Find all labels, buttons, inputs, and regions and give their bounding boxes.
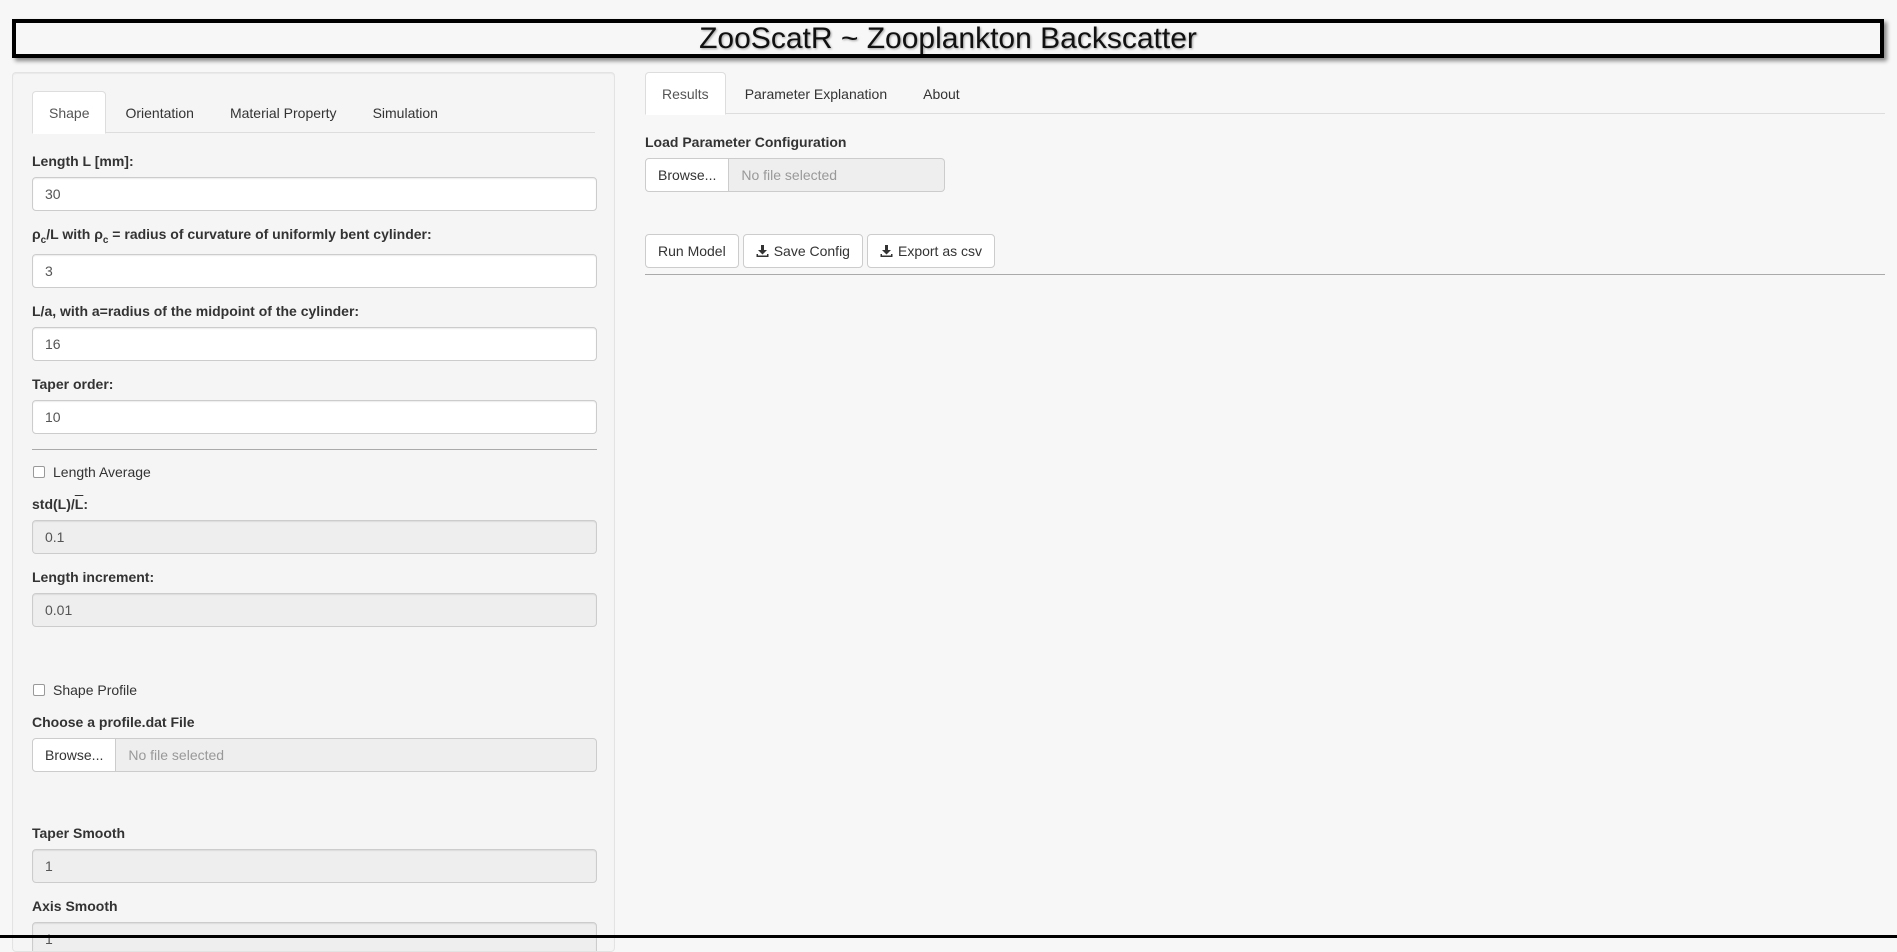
length-input[interactable] [32, 177, 597, 211]
length-average-checkbox[interactable] [33, 465, 45, 478]
length-increment-input [32, 592, 597, 627]
taper-order-group: Taper order: [32, 375, 597, 434]
profile-file-group: Choose a profile.dat File Browse... No f… [32, 713, 597, 772]
profile-browse-button[interactable]: Browse... [32, 737, 117, 772]
export-csv-label: Export as csv [897, 243, 983, 259]
export-csv-button[interactable]: Export as csv [866, 234, 996, 268]
tab-parameter-explanation[interactable]: Parameter Explanation [728, 72, 904, 114]
axis-smooth-group: Axis Smooth [32, 897, 597, 951]
sidebar-tabs: Shape Orientation Material Property Simu… [32, 91, 595, 134]
taper-smooth-input [32, 848, 597, 883]
save-config-button[interactable]: Save Config [742, 234, 863, 268]
config-browse-button[interactable]: Browse... [645, 158, 730, 192]
main-tabs: Results Parameter Explanation About [645, 72, 1885, 115]
action-buttons: Run Model Save Config Export as csv [645, 234, 1885, 275]
curvature-group: ρc/L with ρc = radius of curvature of un… [32, 226, 597, 288]
divider [32, 448, 597, 450]
tab-shape[interactable]: Shape [32, 91, 107, 134]
run-model-label: Run Model [658, 243, 726, 259]
tab-orientation[interactable]: Orientation [108, 91, 210, 133]
tab-about[interactable]: About [906, 72, 977, 114]
axis-smooth-label: Axis Smooth [32, 897, 118, 914]
main-panel: Results Parameter Explanation About Load… [645, 72, 1885, 275]
shape-profile-checkbox[interactable] [33, 683, 45, 696]
std-label: std(L)/L: [32, 495, 88, 512]
taper-order-input[interactable] [32, 399, 597, 434]
sidebar-panel: Shape Orientation Material Property Simu… [12, 72, 615, 952]
la-label: L/a, with a=radius of the midpoint of th… [32, 302, 360, 319]
std-input [32, 519, 597, 554]
app-title: ZooScatR ~ Zooplankton Backscatter [12, 19, 1884, 58]
tab-results[interactable]: Results [645, 72, 726, 115]
shape-profile-label: Shape Profile [53, 681, 138, 698]
curvature-input[interactable] [32, 253, 597, 288]
taper-smooth-label: Taper Smooth [32, 824, 126, 841]
profile-file-input: Browse... No file selected [32, 737, 597, 772]
run-model-button[interactable]: Run Model [645, 234, 739, 268]
profile-file-name: No file selected [116, 737, 597, 772]
download-icon [880, 245, 893, 257]
config-file-name: No file selected [729, 158, 945, 192]
taper-smooth-group: Taper Smooth [32, 824, 597, 883]
curvature-label: ρc/L with ρc = radius of curvature of un… [32, 226, 432, 246]
la-group: L/a, with a=radius of the midpoint of th… [32, 302, 597, 361]
taper-order-label: Taper order: [32, 375, 114, 392]
tab-simulation[interactable]: Simulation [356, 91, 455, 133]
length-average-row: Length Average [32, 462, 595, 482]
length-group: Length L [mm]: [32, 153, 597, 211]
profile-file-label: Choose a profile.dat File [32, 713, 195, 730]
la-input[interactable] [32, 326, 597, 361]
load-config-file-input: Browse... No file selected [645, 158, 945, 192]
tab-material-property[interactable]: Material Property [213, 91, 354, 133]
length-label: Length L [mm]: [32, 153, 134, 169]
load-config-label: Load Parameter Configuration [645, 134, 847, 150]
length-average-label: Length Average [53, 463, 151, 480]
load-config-group: Load Parameter Configuration Browse... N… [645, 134, 1885, 192]
length-increment-label: Length increment: [32, 568, 155, 585]
save-config-label: Save Config [773, 243, 850, 259]
download-icon [756, 245, 769, 257]
shape-profile-row: Shape Profile [32, 680, 595, 700]
std-group: std(L)/L: [32, 495, 597, 554]
length-increment-group: Length increment: [32, 568, 597, 627]
